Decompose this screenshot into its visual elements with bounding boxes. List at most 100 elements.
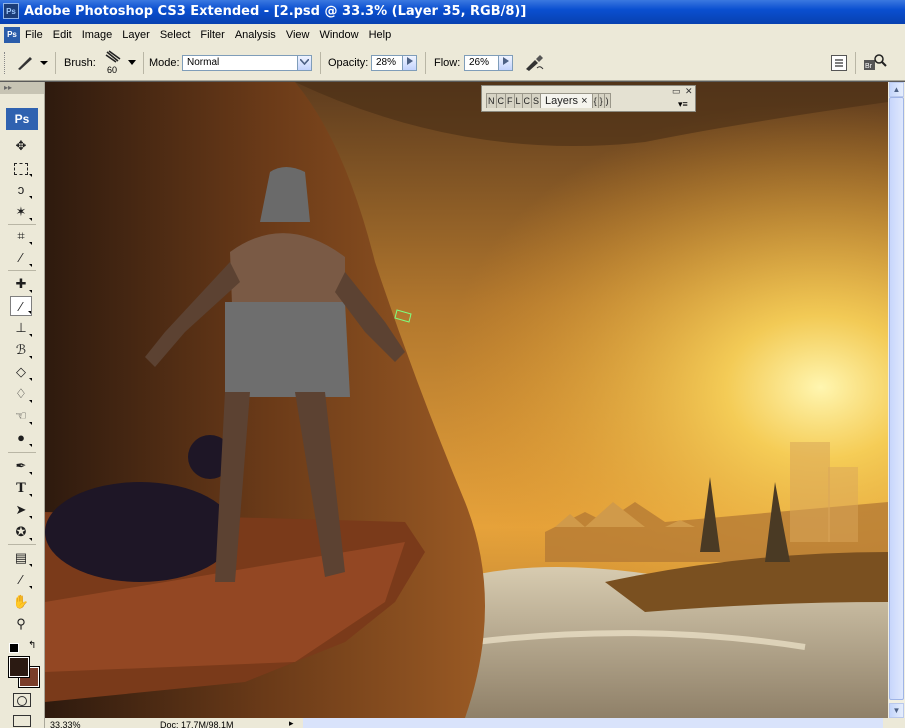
zoom-level[interactable]: 33.33%: [50, 720, 81, 728]
document-icon[interactable]: Ps: [4, 27, 20, 43]
lasso-tool[interactable]: ↄ: [10, 180, 32, 200]
opacity-slider-button[interactable]: [402, 55, 417, 71]
menu-window[interactable]: Window: [314, 24, 363, 46]
menu-view[interactable]: View: [281, 24, 315, 46]
chevron-down-icon: [128, 60, 136, 65]
photoshop-app-icon[interactable]: Ps: [3, 3, 19, 19]
tab-layers-label: Layers: [545, 95, 579, 107]
brush-icon: ⁄: [19, 299, 23, 314]
smudge-icon: ☜: [15, 408, 27, 423]
mode-select[interactable]: Normal: [182, 55, 312, 71]
close-icon[interactable]: ×: [581, 95, 587, 107]
menu-help[interactable]: Help: [364, 24, 397, 46]
menu-select[interactable]: Select: [155, 24, 196, 46]
menu-file[interactable]: File: [20, 24, 48, 46]
scroll-up-button[interactable]: ▲: [889, 82, 904, 97]
panel-menu-icon[interactable]: ▾≡: [678, 99, 688, 110]
tool-preset-picker[interactable]: [14, 54, 48, 72]
horizontal-scrollbar[interactable]: [303, 718, 883, 728]
eyedropper-tool[interactable]: ⁄: [10, 248, 32, 268]
airbrush-icon: [526, 55, 544, 71]
dodge-icon: ●: [17, 430, 25, 445]
brush-tool[interactable]: ⁄: [10, 296, 32, 316]
status-menu-arrow[interactable]: ▸: [289, 718, 294, 728]
screen-mode-button[interactable]: [13, 715, 31, 727]
bridge-button[interactable]: Br: [863, 53, 887, 73]
marquee-tool[interactable]: [10, 158, 32, 178]
options-separator: [55, 52, 56, 74]
layers-panel: ▭ ✕ N C F L C S Layers × { } ) ▾≡: [481, 85, 696, 112]
bridge-search-icon: Br: [864, 54, 887, 70]
options-separator: [425, 52, 426, 74]
scroll-down-button[interactable]: ▼: [889, 703, 904, 718]
eraser-icon: ◇: [16, 364, 26, 379]
default-colors-icon[interactable]: [9, 643, 19, 653]
tools-panel: ▸▸ Ps ✥ ↄ ✶ ⌗ ⁄ ✚ ⁄ ⊥ ℬ ◇ ♢ ☜ ● ✒ T ➤ ✪ …: [0, 82, 45, 728]
brush-picker[interactable]: 60: [104, 50, 140, 78]
notes-icon: ▤: [14, 550, 28, 565]
flow-slider-button[interactable]: [498, 55, 513, 71]
options-bar: Brush: 60 Mode: Normal Opacity: 28% Flow…: [0, 46, 905, 81]
spot-healing-tool[interactable]: ✚: [10, 274, 32, 294]
magic-wand-icon: ✶: [15, 204, 27, 219]
history-brush-tool[interactable]: ℬ: [10, 340, 32, 360]
notes-tool[interactable]: ▤: [10, 548, 32, 568]
eraser-tool[interactable]: ◇: [10, 362, 32, 382]
mode-dropdown-button[interactable]: [297, 55, 312, 71]
menu-image[interactable]: Image: [77, 24, 118, 46]
panel-minimize-icon[interactable]: ▭: [672, 86, 681, 96]
pen-icon: ✒: [15, 458, 27, 473]
history-brush-icon: ℬ: [15, 342, 27, 357]
crop-tool[interactable]: ⌗: [10, 226, 32, 246]
path-selection-tool[interactable]: ➤: [10, 500, 32, 520]
brush-tip-icon: [105, 50, 121, 63]
menu-layer[interactable]: Layer: [117, 24, 155, 46]
brush-preset-icon: [18, 57, 48, 70]
mode-label: Mode:: [149, 57, 180, 69]
tools-separator: [8, 544, 36, 545]
tools-separator: [8, 224, 36, 225]
options-separator: [855, 52, 856, 74]
palette-well-button[interactable]: [831, 55, 847, 71]
menu-edit[interactable]: Edit: [48, 24, 77, 46]
tools-panel-grip[interactable]: ▸▸: [0, 82, 44, 94]
pen-tool[interactable]: ✒: [10, 456, 32, 476]
vertical-scrollbar[interactable]: ▲ ▼: [888, 82, 905, 718]
menu-filter[interactable]: Filter: [195, 24, 229, 46]
doc-size: Doc: 17.7M/98.1M: [160, 720, 234, 728]
flow-input[interactable]: 26%: [464, 55, 499, 71]
crop-icon: ⌗: [17, 228, 25, 243]
panel-close-icon[interactable]: ✕: [685, 86, 693, 96]
magic-wand-tool[interactable]: ✶: [10, 202, 32, 222]
options-separator: [320, 52, 321, 74]
paint-bucket-tool[interactable]: ♢: [10, 384, 32, 404]
zoom-icon: ⚲: [16, 616, 26, 631]
move-tool[interactable]: ✥: [10, 136, 32, 156]
zoom-tool[interactable]: ⚲: [10, 614, 32, 634]
opacity-input[interactable]: 28%: [371, 55, 404, 71]
custom-shape-icon: ✪: [15, 524, 27, 539]
lasso-icon: ↄ: [17, 182, 25, 197]
shape-tool[interactable]: ✪: [10, 522, 32, 542]
foreground-color-swatch[interactable]: [8, 656, 30, 678]
dodge-tool[interactable]: ●: [10, 428, 32, 448]
airbrush-toggle[interactable]: [523, 54, 545, 72]
type-tool[interactable]: T: [10, 478, 32, 498]
options-grip[interactable]: [4, 52, 9, 74]
palette-well-icon: [835, 59, 843, 67]
blur-tool[interactable]: ☜: [10, 406, 32, 426]
title-bar: Ps Adobe Photoshop CS3 Extended - [2.psd…: [0, 0, 905, 24]
scroll-thumb[interactable]: [889, 97, 904, 700]
eyedropper-sample-tool[interactable]: ⁄: [10, 570, 32, 590]
tab-layers[interactable]: Layers ×: [540, 93, 593, 108]
photoshop-logo[interactable]: Ps: [6, 108, 38, 130]
menu-analysis[interactable]: Analysis: [230, 24, 281, 46]
clone-stamp-tool[interactable]: ⊥: [10, 318, 32, 338]
swap-colors-icon[interactable]: ↰: [28, 640, 36, 651]
hand-tool[interactable]: ✋: [10, 592, 32, 612]
quick-mask-button[interactable]: [13, 693, 31, 707]
bandage-icon: ✚: [15, 276, 27, 291]
collapsed-panel-tab[interactable]: ): [603, 93, 611, 108]
document-canvas[interactable]: [45, 82, 888, 718]
eyedropper-icon: ⁄: [19, 250, 23, 265]
